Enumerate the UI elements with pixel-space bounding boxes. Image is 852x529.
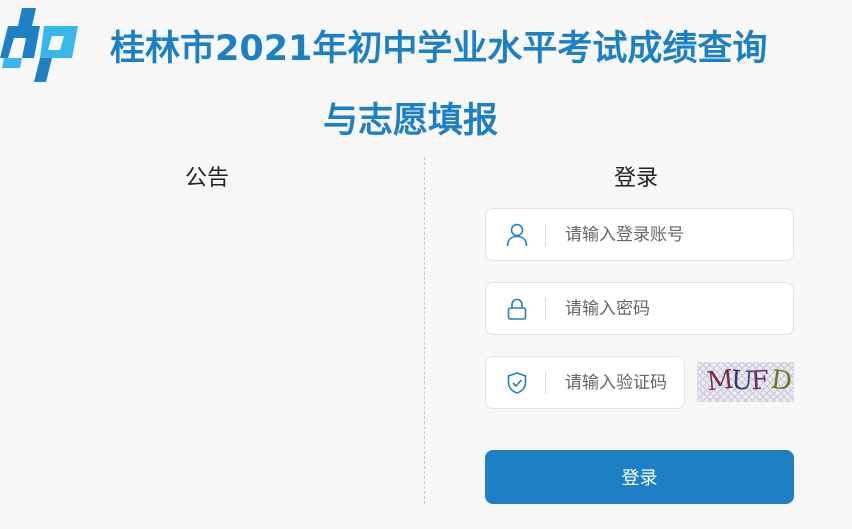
- announcement-title: 公告: [185, 166, 230, 191]
- page-title-line1: 桂林市2021年初中学业水平考试成绩查询: [110, 29, 768, 69]
- login-button[interactable]: 登录: [485, 450, 794, 504]
- login-title: 登录: [614, 166, 659, 191]
- password-field: [485, 282, 794, 335]
- captcha-field: [485, 356, 685, 409]
- username-input[interactable]: [565, 209, 775, 260]
- lock-icon: [507, 298, 527, 320]
- captcha-input[interactable]: [565, 357, 681, 408]
- page-title-line2: 与志愿填报: [323, 101, 499, 141]
- captcha-image[interactable]: M U F D: [697, 362, 794, 402]
- password-separator: [545, 298, 546, 320]
- username-separator: [545, 224, 546, 246]
- shield-check-icon: [507, 372, 527, 394]
- user-icon: [506, 223, 528, 247]
- password-input[interactable]: [565, 283, 775, 334]
- captcha-separator: [545, 372, 546, 394]
- username-field: [485, 208, 794, 261]
- page: 桂林市2021年初中学业水平考试成绩查询 与志愿填报 公告 登录 M U F D: [0, 0, 852, 529]
- panel-divider: [424, 157, 425, 504]
- logo-icon: [0, 8, 78, 82]
